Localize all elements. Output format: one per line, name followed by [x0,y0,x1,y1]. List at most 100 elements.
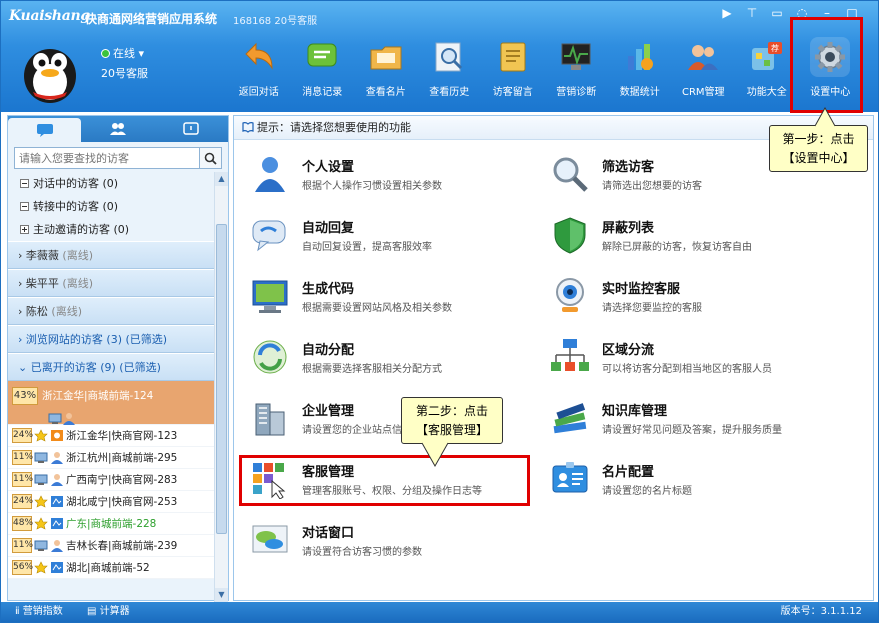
online-status[interactable]: 在线 ▾ [101,45,144,61]
toolbar-label: 查看历史 [429,87,470,98]
toolbar-label: 功能大全 [746,87,787,98]
tab-chat[interactable] [8,118,82,142]
function-id-card[interactable]: 名片配置 请设置您的名片标题 [550,459,850,509]
toolbar-history-search-button[interactable]: 查看历史 [418,33,482,109]
computer-icon [34,447,48,469]
skin-icon[interactable]: ⊤ [742,4,762,22]
visitor-row[interactable]: 11% 吉林长春|商城前端-239 [8,535,214,557]
browser-icon [50,425,64,447]
visitor-category[interactable]: 主动邀请的访客 (0) [8,218,214,241]
folder-card-icon [366,37,406,77]
username: 20号客服 [101,67,148,80]
function-monitor-code[interactable]: 生成代码 根据需要设置网站风格及相关参数 [250,276,550,326]
agent-group[interactable]: › 陈松 (离线) [8,297,214,325]
visitor-label: 浙江金华|商城前端-124 [42,390,154,402]
toolbar-diagnosis-button[interactable]: 营销诊断 [545,33,609,109]
chevron-right-icon: › [18,305,23,318]
function-books[interactable]: 知识库管理 请设置好常见问题及答案，提升服务质量 [550,398,850,448]
visitor-row[interactable]: 11% 广西南宁|快商官网-283 [8,469,214,491]
visitor-row[interactable]: 43% 浙江金华|商城前端-124 [8,381,214,425]
visitor-row[interactable]: 11% 浙江杭州|商城前端-295 [8,447,214,469]
online-dot-icon [101,49,110,58]
function-shield[interactable]: 屏蔽列表 解除已屏蔽的访客，恢复访客自由 [550,215,850,265]
toolbar-note-button[interactable]: 访客留言 [481,33,545,109]
visitor-row[interactable]: 24% 浙江金华|快商官网-123 [8,425,214,447]
collapse-icon[interactable] [20,202,29,211]
id-card-icon [550,459,590,499]
tab-messages[interactable] [155,116,228,142]
avatar[interactable] [19,36,81,104]
function-network[interactable]: 区域分流 可以将访客分配到相当地区的客服人员 [550,337,850,387]
main-toolbar: 返回对话 消息记录 查看名片 查看历史 访客留言 营销诊断 数据统计 CRM管理荐功能大全 设置… [227,33,862,109]
group-label: 已离开的访客 (9) (已筛选) [30,361,161,374]
restore-icon[interactable]: ▭ [767,4,787,22]
agent-group[interactable]: › 柴平平 (离线) [8,269,214,297]
function-chat-window[interactable]: 对话窗口 请设置符合访客习惯的参数 [250,520,550,570]
expand-icon[interactable] [20,225,29,234]
group-label: 陈松 [25,305,48,318]
function-title: 自动回复 [302,221,355,236]
visitor-category[interactable]: 转接中的访客 (0) [8,195,214,218]
star-icon [34,513,48,535]
person-icon [50,469,64,491]
step1-callout-pointer [814,107,836,127]
function-title: 区域分流 [602,343,655,358]
function-building[interactable]: 企业管理 请设置您的企业站点信 [250,398,550,448]
function-title: 企业管理 [302,404,355,419]
maximize-icon[interactable]: □ [842,4,862,22]
version-label: 版本号：3.1.1.12 [780,606,862,617]
visitor-label: 浙江金华|快商官网-123 [66,429,178,442]
function-agent-grid[interactable]: 客服管理 管理客服账号、权限、分组及操作日志等 [250,459,550,509]
function-title: 名片配置 [602,465,655,480]
visitor-category[interactable]: 对话中的访客 (0) [8,172,214,195]
agent-group[interactable]: › 李薇薇 (离线) [8,241,214,269]
scroll-thumb[interactable] [216,224,227,534]
function-speech-bubble[interactable]: 自动回复 自动回复设置，提高客服效率 [250,215,550,265]
star-icon [34,491,48,513]
scroll-up-icon[interactable]: ▲ [215,172,228,186]
app-logo: Kuaishang [9,8,90,24]
diagnosis-icon [556,37,596,77]
marketing-index-link[interactable]: ⅱ 营销指数 [15,602,63,622]
tab-contacts[interactable] [81,116,154,142]
visitor-list-scrollbar[interactable]: ▲ ▼ [214,172,228,602]
toolbar-gear-button[interactable]: 设置中心 [799,33,863,109]
visitor-score-badge: 56% [12,560,33,575]
left-visitors-group[interactable]: ⌄ 已离开的访客 (9) (已筛选) [8,353,214,381]
session-info: 168168 20号客服 [233,16,318,27]
toolbar-crm-users-button[interactable]: CRM管理 [672,33,736,109]
toolbar-statistics-button[interactable]: 数据统计 [608,33,672,109]
play-icon[interactable]: ▶︎ [717,4,737,22]
function-desc: 请筛选出您想要的访客 [602,181,702,192]
shield-icon [550,215,590,255]
function-webcam[interactable]: 实时监控客服 请选择您要监控的客服 [550,276,850,326]
visitor-row[interactable]: 24% 湖北咸宁|快商官网-253 [8,491,214,513]
books-icon [550,398,590,438]
function-refresh-distribute[interactable]: 自动分配 根据需要选择客服相关分配方式 [250,337,550,387]
visitor-row[interactable]: 48% 广东|商城前端-228 [8,513,214,535]
function-person[interactable]: 个人设置 根据个人操作习惯设置相关参数 [250,154,550,204]
search-input[interactable] [15,148,199,168]
toolbar-back-arrow-button[interactable]: 返回对话 [227,33,291,109]
chart-icon: ⅱ [15,606,20,617]
function-desc: 自动回复设置，提高客服效率 [302,242,432,253]
visitor-score-badge: 48% [12,516,33,531]
help-icon[interactable]: ◌ [792,4,812,22]
minimize-icon[interactable]: – [817,4,837,22]
message-icon [302,37,342,77]
toolbar-features-button[interactable]: 荐功能大全 [735,33,799,109]
visitor-row[interactable]: 56% 湖北|商城前端-52 [8,557,214,579]
toolbar-message-button[interactable]: 消息记录 [291,33,355,109]
function-desc: 请设置好常见问题及答案，提升服务质量 [602,425,782,436]
agent-grid-icon [250,459,290,500]
header-banner: Kuaishang 快商通网络营销应用系统 168168 20号客服 ▶︎ ⊤ … [1,1,878,112]
toolbar-folder-card-button[interactable]: 查看名片 [354,33,418,109]
agent-group[interactable]: › 浏览网站的访客 (3) (已筛选) [8,325,214,353]
search-button[interactable] [199,148,221,168]
calculator-link[interactable]: ▤ 计算器 [87,602,130,622]
group-note: (离线) [62,277,93,290]
function-title: 屏蔽列表 [602,221,655,236]
visitor-label: 湖北|商城前端-52 [66,561,150,574]
collapse-icon[interactable] [20,179,29,188]
scroll-down-icon[interactable]: ▼ [215,588,228,602]
